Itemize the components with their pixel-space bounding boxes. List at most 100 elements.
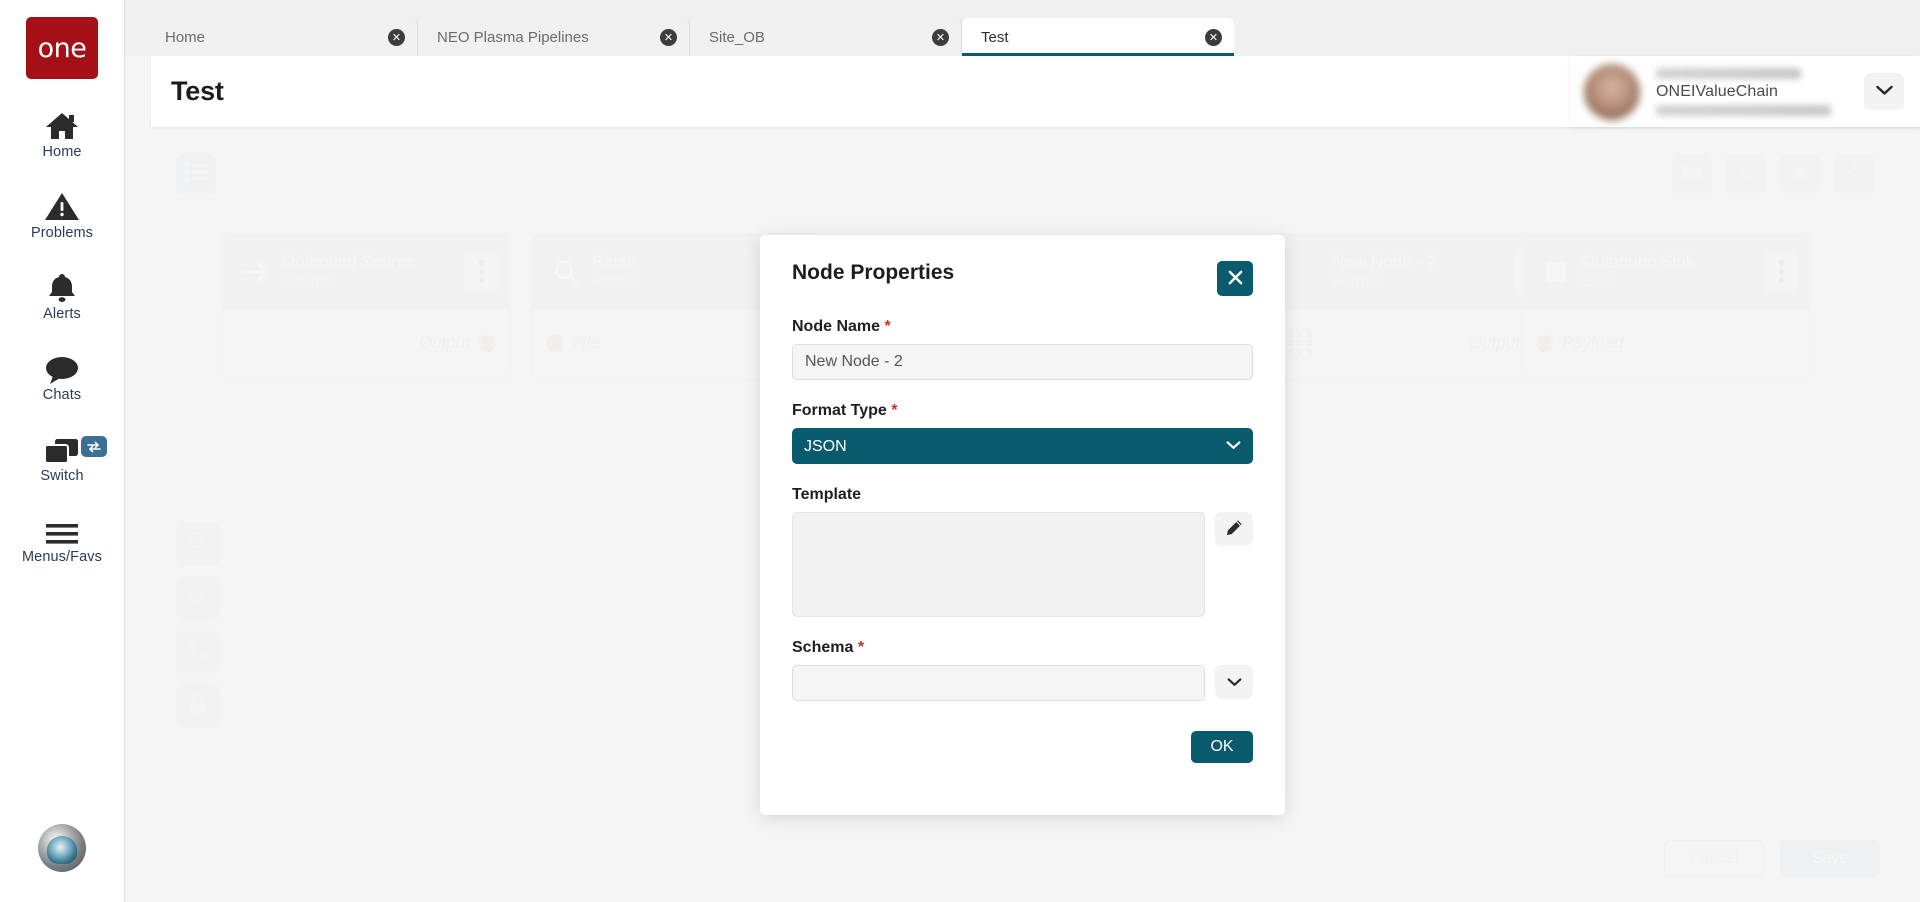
close-icon[interactable]: ✕ [1205, 29, 1222, 46]
node-name-field: Node Name * [792, 318, 1253, 380]
folder-icon [1680, 162, 1704, 186]
tab-site-ob[interactable]: Site_OB ✕ [690, 18, 962, 56]
schema-dropdown-button[interactable] [1215, 665, 1253, 699]
template-textarea[interactable] [792, 512, 1205, 617]
node-name-label: Node Name * [792, 318, 1253, 336]
sidebar-item-switch[interactable]: Switch [0, 429, 124, 484]
schema-input[interactable] [792, 665, 1205, 701]
node-port-input[interactable]: Payload [1536, 333, 1623, 353]
sidebar-item-problems[interactable]: Problems [0, 186, 124, 241]
node-titles: Outbound Source Source [278, 252, 464, 291]
tab-home[interactable]: Home ✕ [146, 18, 418, 56]
node-header: Outbound Sink Sink [1522, 234, 1810, 309]
sidebar-item-menus-favs-label: Menus/Favs [22, 549, 102, 565]
sidebar-item-home[interactable]: Home [0, 105, 124, 160]
template-edit-button[interactable] [1215, 512, 1253, 546]
list-icon [185, 163, 207, 186]
format-type-label: Format Type * [792, 402, 1253, 420]
node-menu-button[interactable] [464, 251, 498, 293]
arrow-right-icon [234, 261, 278, 283]
node-title: Outbound Sink [1582, 252, 1764, 272]
chevron-down-icon [1227, 675, 1242, 690]
close-icon[interactable]: ✕ [388, 29, 405, 46]
node-titles: Parse Parse [588, 252, 774, 291]
lock-button[interactable] [176, 684, 220, 728]
dialog-close-button[interactable] [1217, 261, 1253, 296]
sidebar-item-chats[interactable]: Chats [0, 348, 124, 403]
fit-screen-button[interactable] [176, 630, 220, 674]
lock-icon [188, 692, 208, 721]
close-icon[interactable]: ✕ [660, 29, 677, 46]
canvas-list-button[interactable] [176, 154, 216, 194]
node-subtitle: Source [282, 272, 464, 291]
tab-neo-plasma-pipelines[interactable]: NEO Plasma Pipelines ✕ [418, 18, 690, 56]
brand-logo[interactable]: one [26, 17, 98, 79]
port-dot-icon[interactable] [479, 335, 496, 352]
sidebar-item-alerts[interactable]: Alerts [0, 267, 124, 322]
node-title: Parse [592, 252, 774, 272]
node-properties-dialog: Node Properties Node Name * Format Type … [760, 235, 1285, 815]
node-port-output[interactable]: Output [419, 333, 496, 353]
format-type-select[interactable]: JSON [792, 428, 1253, 464]
close-icon[interactable]: ✕ [932, 29, 949, 46]
pencil-icon [1226, 519, 1243, 539]
sidebar-item-home-label: Home [42, 144, 81, 160]
sidebar-item-menus-favs[interactable]: Menus/Favs [0, 510, 124, 565]
canvas-footer: Cancel Save [1664, 840, 1880, 877]
pipeline-node[interactable]: New Node - 2 Format Output [1271, 233, 1561, 380]
tab-neo-plasma-pipelines-label: NEO Plasma Pipelines [437, 29, 660, 46]
sidebar-item-alerts-label: Alerts [43, 306, 81, 322]
sidebar-item-problems-label: Problems [31, 225, 93, 241]
node-titles: New Node - 2 Format [1328, 252, 1514, 291]
user-name-blurred [1656, 68, 1801, 79]
cancel-button[interactable]: Cancel [1664, 840, 1764, 877]
template-row [792, 512, 1253, 617]
close-x-icon [1228, 270, 1243, 288]
node-port-label: File [572, 333, 599, 353]
zoom-in-button[interactable] [176, 522, 220, 566]
chevron-down-icon [1876, 83, 1893, 101]
run-tool-button[interactable] [1834, 154, 1874, 194]
node-titles: Outbound Sink Sink [1578, 252, 1764, 291]
node-body: Output [1272, 309, 1560, 379]
schema-field: Schema * [792, 639, 1253, 701]
node-name-input[interactable] [792, 344, 1253, 380]
pipeline-node[interactable]: Outbound Sink Sink Payload [1521, 233, 1811, 380]
tab-test[interactable]: Test ✕ [962, 18, 1234, 56]
schema-row [792, 665, 1253, 701]
required-marker: * [891, 402, 897, 419]
brand-logo-text: one [38, 33, 87, 64]
dialog-title: Node Properties [792, 261, 954, 285]
ok-button[interactable]: OK [1191, 731, 1253, 763]
zoom-in-icon [186, 530, 210, 559]
warning-tool-button[interactable] [1780, 154, 1820, 194]
user-menu-button[interactable] [1864, 73, 1904, 110]
left-sidebar: one Home Problems Alerts Chats Switch [0, 0, 125, 902]
zoom-out-button[interactable] [176, 576, 220, 620]
user-profile-card[interactable]: ONEIValueChain [1570, 56, 1920, 127]
folder-tool-button[interactable] [1672, 154, 1712, 194]
node-name-label-text: Node Name [792, 318, 880, 335]
windows-stack-icon [44, 429, 80, 465]
node-header: New Node - 2 Format [1272, 234, 1560, 309]
port-dot-icon[interactable] [546, 335, 563, 352]
grid-icon [1288, 331, 1312, 360]
square-icon [1534, 260, 1578, 284]
node-header: Outbound Source Source [222, 234, 510, 309]
console-tool-button[interactable] [1726, 154, 1766, 194]
pipeline-node[interactable]: Outbound Source Source Output [221, 233, 511, 380]
node-port-input[interactable]: File [546, 333, 599, 353]
format-type-select-wrap: JSON [792, 428, 1253, 464]
schema-label: Schema * [792, 639, 1253, 657]
canvas-left-toolbar [176, 522, 220, 728]
save-button[interactable]: Save [1780, 840, 1880, 877]
node-subtitle: Parse [592, 272, 774, 291]
port-dot-icon[interactable] [1536, 335, 1553, 352]
format-type-label-text: Format Type [792, 402, 887, 419]
template-field: Template [792, 486, 1253, 617]
user-text: ONEIValueChain [1656, 68, 1864, 116]
swap-arrows-icon[interactable] [81, 436, 107, 457]
workspace-avatar[interactable] [38, 824, 86, 872]
required-marker: * [884, 318, 890, 335]
node-menu-button[interactable] [1764, 251, 1798, 293]
